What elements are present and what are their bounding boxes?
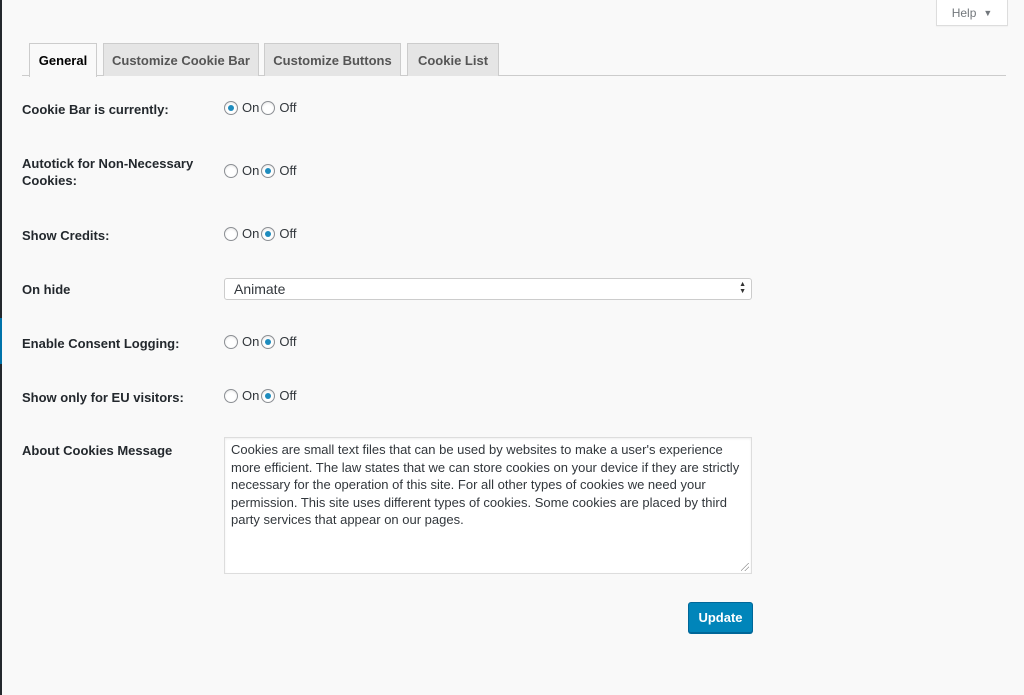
consent-logging-on-label: On: [242, 334, 260, 349]
settings-tabs: General Customize Cookie Bar Customize B…: [22, 43, 1006, 77]
autotick-off-label: Off: [279, 163, 297, 178]
help-label: Help: [951, 5, 977, 20]
settings-page: Help ▼ General Customize Cookie Bar Cust…: [2, 0, 1024, 695]
tab-customize-buttons[interactable]: Customize Buttons: [264, 43, 401, 76]
autotick-off-radio[interactable]: [261, 163, 276, 178]
on-hide-select[interactable]: Animate ▲ ▼: [224, 278, 752, 300]
update-button[interactable]: Update: [688, 602, 753, 633]
eu-visitors-off-radio[interactable]: [261, 388, 276, 403]
cookie-bar-status-options: On Off: [224, 100, 298, 115]
eu-visitors-options: On Off: [224, 388, 298, 403]
consent-logging-options: On Off: [224, 334, 298, 349]
tab-general[interactable]: General: [29, 43, 97, 77]
on-hide-label: On hide: [22, 282, 71, 297]
select-arrows-icon: ▲ ▼: [739, 281, 746, 295]
cookie-bar-status-label: Cookie Bar is currently:: [22, 102, 169, 117]
show-credits-on-label: On: [242, 226, 260, 241]
cookie-bar-off-radio[interactable]: [261, 100, 276, 115]
cookie-bar-on-radio[interactable]: [224, 100, 238, 115]
show-credits-on-radio[interactable]: [224, 226, 238, 241]
caret-down-icon: ▼: [983, 7, 993, 18]
consent-logging-off-radio[interactable]: [261, 334, 276, 349]
show-credits-off-label: Off: [279, 226, 297, 241]
about-cookies-label: About Cookies Message: [22, 443, 173, 458]
show-credits-off-radio[interactable]: [261, 226, 276, 241]
consent-logging-on-radio[interactable]: [224, 334, 238, 349]
eu-visitors-on-label: On: [242, 388, 260, 403]
autotick-label: Autotick for Non-Necessary Cookies:: [22, 155, 193, 189]
resize-handle-icon[interactable]: [741, 563, 749, 571]
tab-customize-cookie-bar[interactable]: Customize Cookie Bar: [103, 43, 259, 76]
autotick-options: On Off: [224, 163, 298, 178]
autotick-on-label: On: [242, 163, 260, 178]
autotick-on-radio[interactable]: [224, 163, 238, 178]
on-hide-selected-value: Animate: [234, 281, 286, 297]
autotick-label-line1: Autotick for Non-Necessary: [22, 156, 194, 171]
about-cookies-textarea[interactable]: Cookies are small text files that can be…: [224, 437, 752, 574]
eu-visitors-off-label: Off: [279, 388, 297, 403]
show-credits-options: On Off: [224, 226, 298, 241]
cookie-bar-off-label: Off: [279, 100, 297, 115]
eu-visitors-label: Show only for EU visitors:: [22, 390, 184, 405]
consent-logging-off-label: Off: [279, 334, 297, 349]
autotick-label-line2: Cookies:: [22, 173, 77, 188]
tab-cookie-list[interactable]: Cookie List: [407, 43, 499, 76]
eu-visitors-on-radio[interactable]: [224, 388, 238, 403]
show-credits-label: Show Credits:: [22, 228, 110, 243]
about-cookies-text: Cookies are small text files that can be…: [231, 442, 740, 527]
cookie-bar-on-label: On: [242, 100, 260, 115]
consent-logging-label: Enable Consent Logging:: [22, 336, 180, 351]
help-button[interactable]: Help ▼: [936, 0, 1008, 26]
